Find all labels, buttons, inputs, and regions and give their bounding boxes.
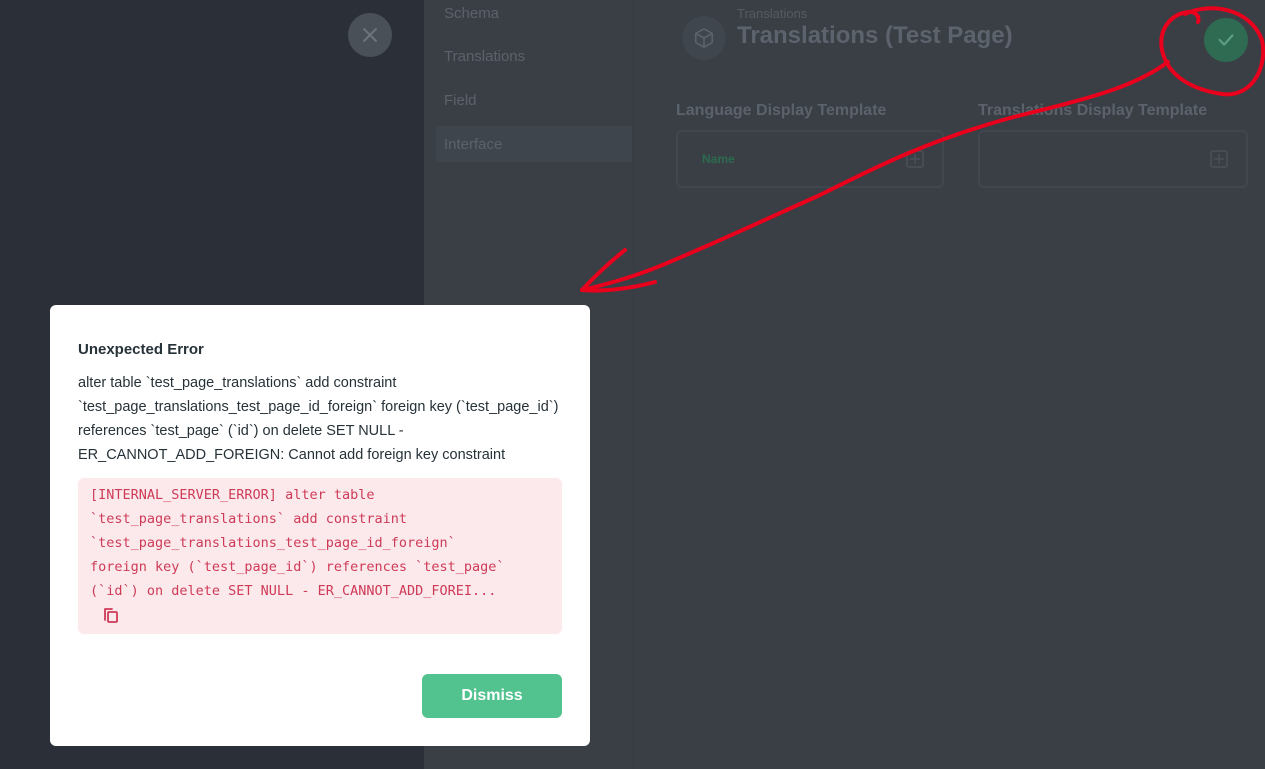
error-detail-text: [INTERNAL_SERVER_ERROR] alter table `tes…	[90, 487, 505, 599]
language-display-template-label: Language Display Template	[676, 102, 887, 119]
save-button[interactable]	[1204, 18, 1248, 62]
box-icon	[694, 28, 714, 48]
translations-display-template-input[interactable]	[978, 130, 1248, 188]
dialog-title: Unexpected Error	[78, 341, 204, 358]
close-icon	[363, 28, 377, 42]
header-icon-badge	[682, 16, 726, 60]
check-icon	[1218, 34, 1234, 46]
breadcrumb[interactable]: Translations	[737, 6, 807, 21]
error-message: alter table `test_page_translations` add…	[78, 375, 559, 463]
page-title: Translations (Test Page)	[737, 22, 1013, 49]
error-detail-box: [INTERNAL_SERVER_ERROR] alter table `tes…	[78, 478, 562, 634]
nav-item-schema[interactable]: Schema	[444, 0, 630, 31]
template-chip[interactable]: Name	[702, 152, 735, 166]
nav-item-interface[interactable]: Interface	[436, 126, 632, 162]
expand-icon[interactable]	[1210, 150, 1228, 168]
language-display-template-input[interactable]: Name	[676, 130, 944, 188]
translations-display-template-label: Translations Display Template	[978, 102, 1208, 119]
dismiss-button[interactable]: Dismiss	[422, 674, 562, 718]
copy-icon[interactable]	[102, 606, 120, 624]
expand-icon[interactable]	[906, 150, 924, 168]
close-drawer-button[interactable]	[348, 13, 392, 57]
error-dialog: Unexpected Error alter table `test_page_…	[50, 305, 590, 746]
nav-item-translations[interactable]: Translations	[444, 38, 630, 74]
nav-item-field[interactable]: Field	[444, 82, 630, 118]
